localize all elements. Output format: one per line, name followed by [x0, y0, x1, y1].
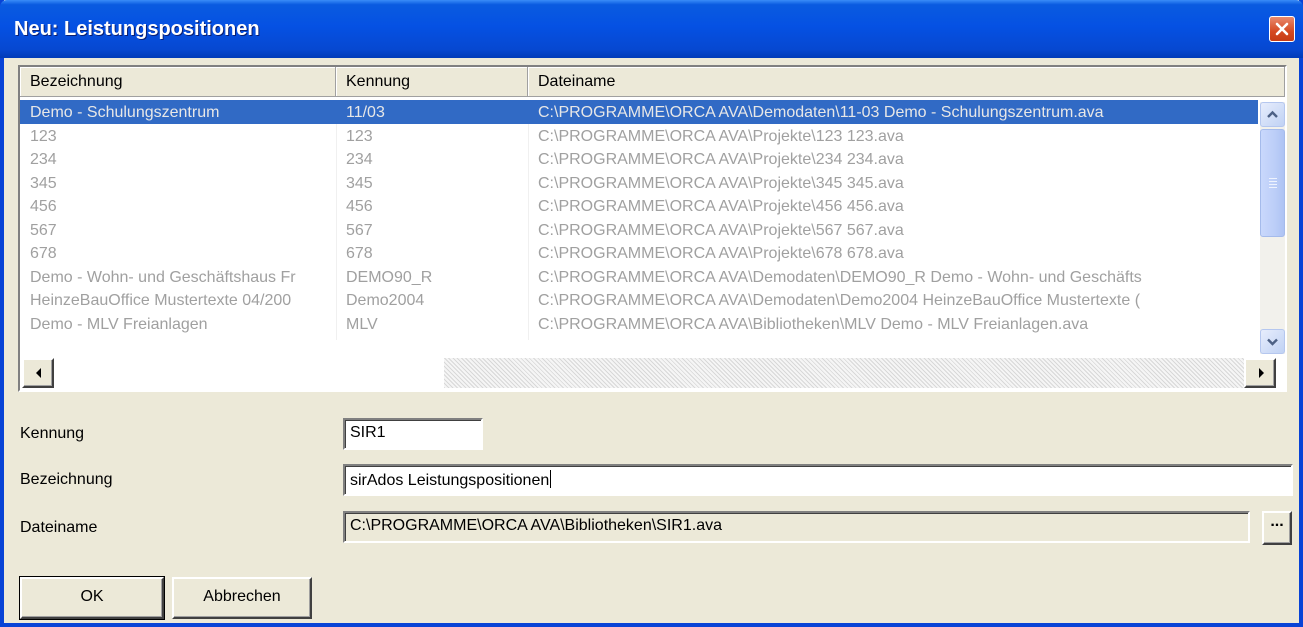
- close-icon: [1275, 22, 1289, 36]
- close-button[interactable]: [1269, 16, 1295, 42]
- column-header-dateiname[interactable]: Dateiname: [528, 67, 1285, 97]
- dateiname-label: Dateiname: [20, 519, 98, 536]
- cell-kennung: 11/03: [346, 104, 385, 121]
- chevron-up-icon: [1267, 110, 1278, 118]
- list-row[interactable]: 567 567 C:\PROGRAMME\ORCA AVA\Projekte\567…: [20, 218, 1258, 242]
- grip-line: [1269, 178, 1277, 179]
- cell-dateiname: C:\PROGRAMME\ORCA AVA\Projekte\456 456.a…: [538, 198, 904, 215]
- list-row[interactable]: 456 456 C:\PROGRAMME\ORCA AVA\Projekte\456…: [20, 194, 1258, 218]
- bezeichnung-field[interactable]: sirAdos Leistungspositionen: [343, 464, 1293, 496]
- cell-dateiname: C:\PROGRAMME\ORCA AVA\Bibliotheken\MLV D…: [538, 315, 1089, 333]
- cell-bezeichnung: Demo - Wohn- und Geschäftshaus Fr: [30, 268, 296, 286]
- cell-kennung: Demo2004: [346, 292, 425, 309]
- cell-dateiname: C:\PROGRAMME\ORCA AVA\Projekte\123 123.a…: [538, 127, 904, 145]
- cell-bezeichnung: 567: [30, 221, 57, 239]
- grip-line: [1269, 181, 1277, 182]
- scroll-right-button[interactable]: [1244, 358, 1276, 388]
- cell-bezeichnung: Demo - Schulungszentrum: [30, 104, 220, 121]
- cell-kennung: MLV: [346, 315, 378, 333]
- cell-dateiname: C:\PROGRAMME\ORCA AVA\Projekte\567 567.a…: [538, 221, 904, 239]
- ok-button[interactable]: OK: [19, 576, 165, 620]
- cell-bezeichnung: HeinzeBauOffice Mustertexte 04/200: [30, 292, 292, 309]
- cell-dateiname: C:\PROGRAMME\ORCA AVA\Projekte\345 345.a…: [538, 174, 904, 192]
- cell-dateiname: C:\PROGRAMME\ORCA AVA\Demodaten\Demo2004…: [538, 292, 1141, 309]
- kennung-label: Kennung: [20, 425, 85, 442]
- list-row[interactable]: HeinzeBauOffice Mustertexte 04/200 Demo20…: [20, 288, 1258, 312]
- list-row[interactable]: Demo - MLV Freianlagen MLV C:\PROGRAMME\OR…: [20, 312, 1258, 336]
- arrow-left-icon: [36, 368, 41, 378]
- cell-bezeichnung: Demo - MLV Freianlagen: [30, 315, 208, 333]
- cell-bezeichnung: 456: [30, 198, 57, 215]
- scrollbar-thumb[interactable]: [1260, 129, 1285, 237]
- file-list[interactable]: Bezeichnung Kennung Dateiname Demo - Sch…: [18, 65, 1287, 392]
- cell-bezeichnung: 123: [30, 127, 57, 145]
- cell-kennung: 567: [346, 221, 373, 239]
- arrow-right-icon: [1259, 368, 1264, 378]
- scroll-left-button[interactable]: [22, 358, 54, 388]
- cell-dateiname: C:\PROGRAMME\ORCA AVA\Projekte\678 678.a…: [538, 245, 904, 262]
- scroll-up-button[interactable]: [1260, 102, 1285, 127]
- cell-kennung: 123: [346, 127, 373, 145]
- cancel-button[interactable]: Abbrechen: [172, 577, 312, 619]
- scrollbar-thumb[interactable]: [56, 358, 444, 388]
- list-row[interactable]: 678 678 C:\PROGRAMME\ORCA AVA\Projekte\678…: [20, 241, 1258, 265]
- browse-button[interactable]: ...: [1262, 511, 1292, 545]
- column-header-bezeichnung[interactable]: Bezeichnung: [20, 67, 336, 97]
- cell-dateiname: C:\PROGRAMME\ORCA AVA\Demodaten\DEMO90_R…: [538, 268, 1142, 286]
- grip-line: [1269, 187, 1277, 188]
- cell-bezeichnung: 678: [30, 245, 57, 262]
- list-row[interactable]: 234 234 C:\PROGRAMME\ORCA AVA\Projekte\234…: [20, 147, 1258, 171]
- scrollbar-track[interactable]: [444, 358, 1244, 388]
- list-header: Bezeichnung Kennung Dateiname: [20, 67, 1285, 97]
- list-row[interactable]: Demo - Schulungszentrum 11/03 C:\PROGRAMME…: [20, 100, 1258, 124]
- cell-bezeichnung: 345: [30, 174, 57, 192]
- column-header-kennung[interactable]: Kennung: [336, 67, 528, 97]
- list-row[interactable]: Demo - Wohn- und Geschäftshaus Fr DEMO90_…: [20, 265, 1258, 289]
- cell-dateiname: C:\PROGRAMME\ORCA AVA\Demodaten\11-03 De…: [538, 104, 1104, 121]
- list-rows: Demo - Schulungszentrum 11/03 C:\PROGRAMME…: [20, 100, 1258, 335]
- dateiname-field: C:\PROGRAMME\ORCA AVA\Bibliotheken\SIR1.…: [343, 511, 1250, 543]
- bezeichnung-label: Bezeichnung: [20, 471, 113, 488]
- vertical-scrollbar[interactable]: [1260, 102, 1285, 354]
- horizontal-scrollbar[interactable]: [20, 356, 1285, 390]
- text-caret: [550, 470, 552, 488]
- cell-bezeichnung: 234: [30, 151, 57, 168]
- cell-dateiname: C:\PROGRAMME\ORCA AVA\Projekte\234 234.a…: [538, 151, 904, 168]
- grip-line: [1269, 184, 1277, 185]
- cell-kennung: DEMO90_R: [346, 268, 433, 286]
- cell-kennung: 345: [346, 174, 373, 192]
- list-row[interactable]: 123 123 C:\PROGRAMME\ORCA AVA\Projekte\123…: [20, 124, 1258, 148]
- scroll-down-button[interactable]: [1260, 329, 1285, 354]
- chevron-down-icon: [1267, 338, 1278, 346]
- list-row[interactable]: 345 345 C:\PROGRAMME\ORCA AVA\Projekte\345…: [20, 171, 1258, 195]
- title-bar[interactable]: Neu: Leistungspositionen: [0, 0, 1303, 58]
- cell-kennung: 678: [346, 245, 373, 262]
- window-title: Neu: Leistungspositionen: [14, 18, 260, 40]
- cell-kennung: 456: [346, 198, 373, 215]
- cell-kennung: 234: [346, 151, 373, 168]
- bezeichnung-value: sirAdos Leistungspositionen: [350, 472, 550, 489]
- kennung-field[interactable]: SIR1: [343, 418, 483, 450]
